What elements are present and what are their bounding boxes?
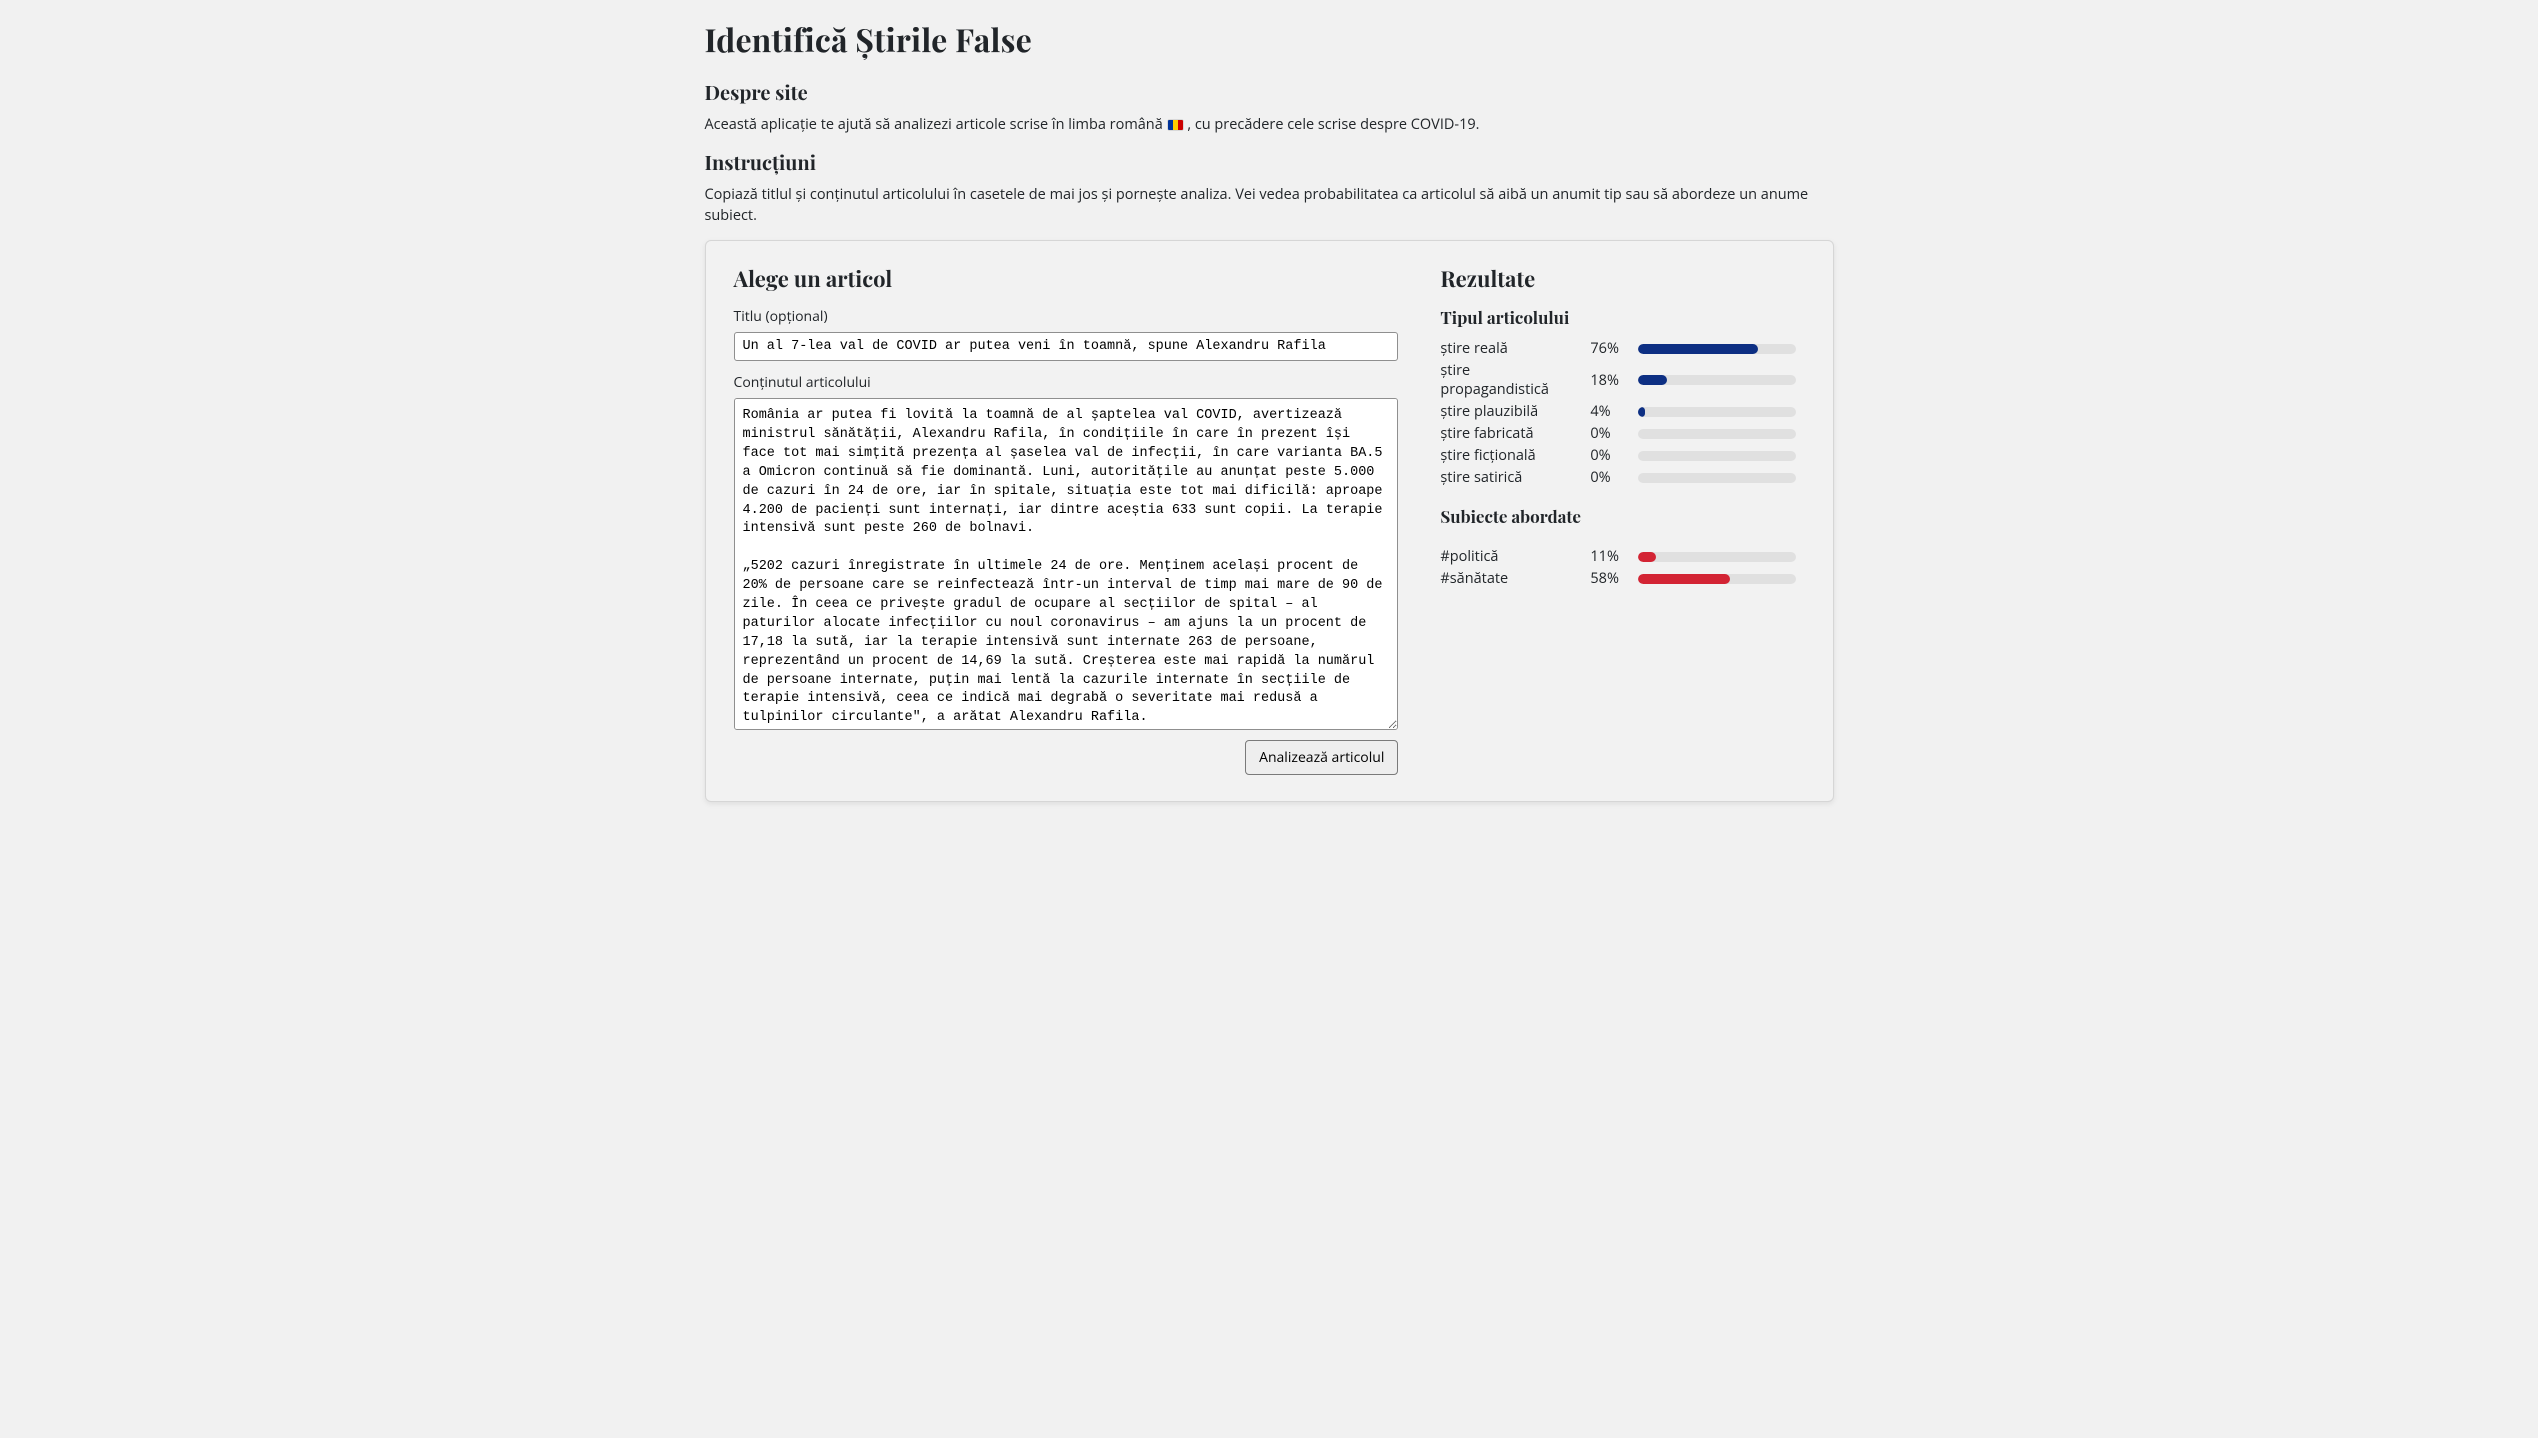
result-bar	[1638, 429, 1796, 439]
result-label: #politică	[1440, 547, 1580, 566]
result-row: știre fabricată 0%	[1440, 424, 1804, 443]
result-bar	[1638, 451, 1796, 461]
result-label: știre reală	[1440, 339, 1580, 358]
about-text: Această aplicație te ajută să analizezi …	[705, 114, 1834, 135]
content-label: Conținutul articolului	[734, 373, 1399, 392]
result-bar	[1638, 552, 1796, 562]
result-row: #politică 11%	[1440, 547, 1804, 566]
result-percent: 11%	[1590, 547, 1628, 566]
result-percent: 0%	[1590, 424, 1628, 443]
page-root: Identifică Știrile False Despre site Ace…	[635, 18, 1904, 822]
result-label: știre fabricată	[1440, 424, 1580, 443]
topics-heading: Subiecte abordate	[1440, 506, 1804, 528]
result-label: #sănătate	[1440, 569, 1580, 588]
title-input[interactable]	[734, 332, 1399, 361]
result-percent: 4%	[1590, 402, 1628, 421]
result-bar	[1638, 574, 1796, 584]
title-label: Titlu (opțional)	[734, 307, 1399, 326]
results-heading: Rezultate	[1440, 263, 1804, 293]
about-text-after: , cu precădere cele scrise despre COVID-…	[1187, 115, 1479, 134]
instructions-heading: Instrucțiuni	[705, 149, 1834, 176]
result-percent: 18%	[1590, 371, 1628, 390]
result-row: #sănătate 58%	[1440, 569, 1804, 588]
about-heading: Despre site	[705, 79, 1834, 106]
main-panel: Alege un articol Titlu (opțional) Conțin…	[705, 240, 1834, 802]
article-picker-heading: Alege un articol	[734, 263, 1399, 293]
page-title: Identifică Știrile False	[705, 18, 1834, 61]
article-form: Alege un articol Titlu (opțional) Conțin…	[734, 259, 1399, 775]
result-percent: 76%	[1590, 339, 1628, 358]
result-label: știre ficțională	[1440, 446, 1580, 465]
topics-list: #politică 11% #sănătate 58%	[1440, 547, 1804, 588]
result-row: știre propagandistică 18%	[1440, 361, 1804, 399]
result-label: știre satirică	[1440, 468, 1580, 487]
result-percent: 0%	[1590, 468, 1628, 487]
result-percent: 0%	[1590, 446, 1628, 465]
result-row: știre plauzibilă 4%	[1440, 402, 1804, 421]
result-label: știre plauzibilă	[1440, 402, 1580, 421]
content-input[interactable]: România ar putea fi lovită la toamnă de …	[734, 398, 1399, 730]
type-heading: Tipul articolului	[1440, 307, 1804, 329]
result-bar	[1638, 344, 1796, 354]
result-label: știre propagandistică	[1440, 361, 1580, 399]
result-row: știre ficțională 0%	[1440, 446, 1804, 465]
result-bar	[1638, 407, 1796, 417]
romania-flag-icon	[1168, 120, 1183, 130]
result-percent: 58%	[1590, 569, 1628, 588]
analyze-button[interactable]: Analizează articolul	[1245, 740, 1398, 775]
results-column: Rezultate Tipul articolului știre reală 7…	[1440, 259, 1804, 775]
types-list: știre reală76%știre propagandistică18%șt…	[1440, 339, 1804, 487]
result-row: știre satirică 0%	[1440, 468, 1804, 487]
result-bar	[1638, 375, 1796, 385]
instructions-text: Copiază titlul și conținutul articolului…	[705, 184, 1834, 226]
result-bar	[1638, 473, 1796, 483]
about-text-before: Această aplicație te ajută să analizezi …	[705, 115, 1167, 134]
result-row: știre reală 76%	[1440, 339, 1804, 358]
